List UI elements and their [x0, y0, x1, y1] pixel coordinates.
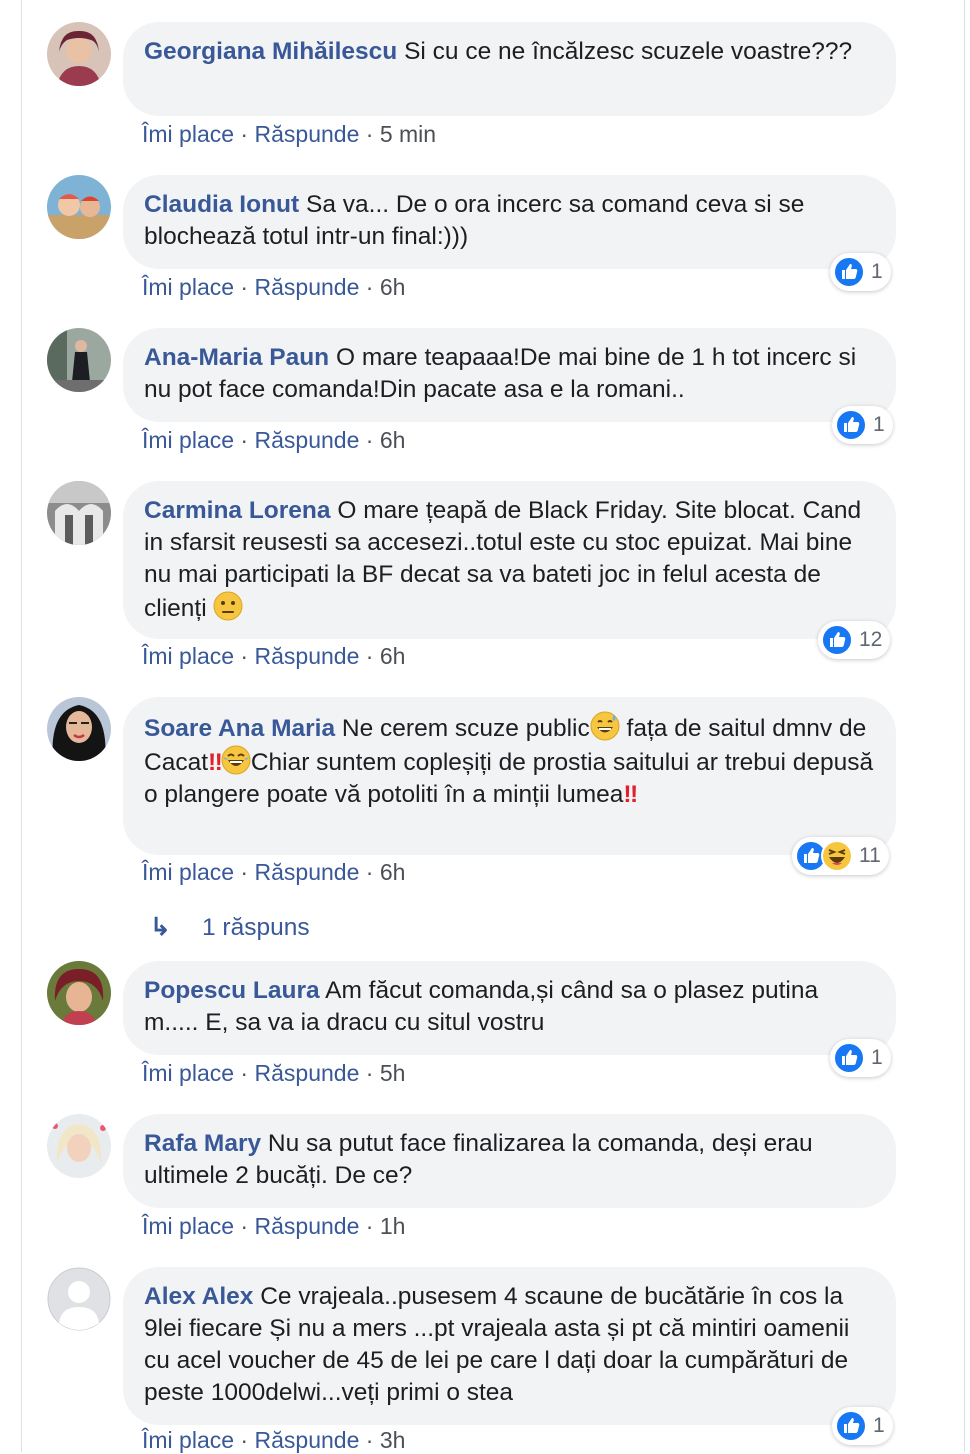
like-reaction-icon	[835, 409, 867, 441]
reply-link[interactable]: Răspunde	[255, 1213, 360, 1239]
reaction-count: 1	[871, 1046, 883, 1069]
neutral-face-emoji-icon	[213, 591, 243, 621]
comment-actions: Îmi place · Răspunde · 6h	[142, 643, 406, 669]
comment-time[interactable]: 3h	[380, 1427, 406, 1453]
comment-author[interactable]: Popescu Laura	[144, 977, 320, 1004]
grinning-sweat-emoji-icon	[590, 711, 620, 741]
comment-text-part: Ne cerem scuze public	[341, 715, 590, 742]
avatar[interactable]	[47, 961, 111, 1025]
reply-link[interactable]: Răspunde	[255, 1060, 360, 1086]
comment-time[interactable]: 1h	[380, 1213, 406, 1239]
like-link[interactable]: Îmi place	[142, 643, 234, 669]
comment-time[interactable]: 6h	[380, 643, 406, 669]
comment-author[interactable]: Georgiana Mihăilescu	[144, 38, 397, 65]
comment-actions: Îmi place · Răspunde · 5 min	[142, 121, 437, 147]
avatar[interactable]	[47, 697, 111, 761]
like-link[interactable]: Îmi place	[142, 1060, 234, 1086]
view-replies-link[interactable]: ↳ 1 răspuns	[150, 912, 310, 942]
avatar[interactable]	[47, 175, 111, 239]
comment-actions: Îmi place · Răspunde · 5h	[142, 1060, 406, 1086]
reaction-count: 11	[859, 844, 881, 867]
haha-reaction-icon	[821, 840, 853, 872]
reaction-summary[interactable]: 11	[792, 837, 889, 875]
comment-author[interactable]: Alex Alex	[144, 1283, 253, 1310]
comment-author[interactable]: Ana-Maria Paun	[144, 344, 329, 371]
comment-time[interactable]: 5h	[380, 1060, 406, 1086]
comment-bubble: Georgiana Mihăilescu Si cu ce ne încălze…	[123, 22, 896, 116]
reply-link[interactable]: Răspunde	[255, 1427, 360, 1453]
replies-label[interactable]: 1 răspuns	[202, 914, 310, 941]
like-link[interactable]: Îmi place	[142, 1213, 234, 1239]
comment-actions: Îmi place · Răspunde · 6h	[142, 859, 406, 885]
reply-arrow-icon: ↳	[150, 914, 171, 941]
avatar[interactable]	[47, 1267, 111, 1331]
reply-link[interactable]: Răspunde	[255, 643, 360, 669]
reply-link[interactable]: Răspunde	[255, 859, 360, 885]
avatar[interactable]	[47, 481, 111, 545]
avatar[interactable]	[47, 22, 111, 86]
reaction-summary[interactable]: 12	[818, 621, 891, 659]
comment-bubble: Claudia Ionut Sa va... De o ora incerc s…	[123, 175, 896, 269]
like-link[interactable]: Îmi place	[142, 274, 234, 300]
comment-time[interactable]: 6h	[380, 859, 406, 885]
like-link[interactable]: Îmi place	[142, 121, 234, 147]
comment-author[interactable]: Carmina Lorena	[144, 497, 331, 524]
avatar[interactable]	[47, 1114, 111, 1178]
reaction-summary[interactable]: 1	[832, 406, 893, 444]
reaction-summary[interactable]: 1	[830, 1039, 891, 1077]
comment-author[interactable]: Rafa Mary	[144, 1130, 261, 1157]
reaction-count: 1	[873, 1414, 885, 1437]
comment-time[interactable]: 6h	[380, 427, 406, 453]
avatar[interactable]	[47, 328, 111, 392]
comment-bubble: Carmina Lorena O mare țeapă de Black Fri…	[123, 481, 896, 639]
comment-actions: Îmi place · Răspunde · 6h	[142, 427, 406, 453]
comment-actions: Îmi place · Răspunde · 1h	[142, 1213, 406, 1239]
tears-of-joy-emoji-icon	[221, 745, 251, 775]
reaction-summary[interactable]: 1	[832, 1407, 893, 1445]
like-link[interactable]: Îmi place	[142, 427, 234, 453]
comment-bubble: Rafa Mary Nu sa putut face finalizarea l…	[123, 1114, 896, 1208]
reaction-count: 1	[873, 413, 885, 436]
comment-time[interactable]: 5 min	[380, 121, 436, 147]
reaction-count: 12	[859, 628, 883, 651]
comment-text-part: Chiar suntem copleșiți de prostia saitul…	[144, 749, 874, 808]
comment-actions: Îmi place · Răspunde · 6h	[142, 274, 406, 300]
like-reaction-icon	[833, 256, 865, 288]
like-reaction-icon	[821, 624, 853, 656]
reaction-summary[interactable]: 1	[830, 253, 891, 291]
comments-panel: Georgiana Mihăilescu Si cu ce ne încălze…	[21, 0, 965, 1453]
reaction-count: 1	[871, 260, 883, 283]
comment-actions: Îmi place · Răspunde · 3h	[142, 1427, 406, 1453]
comment-author[interactable]: Soare Ana Maria	[144, 715, 335, 742]
like-reaction-icon	[833, 1042, 865, 1074]
comment-text: Si cu ce ne încălzesc scuzele voastre???	[404, 38, 853, 65]
comment-bubble: Ana-Maria Paun O mare teapaaa!De mai bin…	[123, 328, 896, 422]
double-exclamation-emoji-icon: ‼	[208, 749, 223, 776]
like-reaction-icon	[835, 1410, 867, 1442]
double-exclamation-emoji-icon: ‼	[623, 781, 638, 808]
comment-bubble: Soare Ana Maria Ne cerem scuze public fa…	[123, 697, 896, 855]
comment-bubble: Popescu Laura Am făcut comanda,și când s…	[123, 961, 896, 1055]
reply-link[interactable]: Răspunde	[255, 121, 360, 147]
like-link[interactable]: Îmi place	[142, 859, 234, 885]
reply-link[interactable]: Răspunde	[255, 274, 360, 300]
comment-time[interactable]: 6h	[380, 274, 406, 300]
comment-author[interactable]: Claudia Ionut	[144, 191, 299, 218]
comment-bubble: Alex Alex Ce vrajeala..pusesem 4 scaune …	[123, 1267, 896, 1425]
like-link[interactable]: Îmi place	[142, 1427, 234, 1453]
reply-link[interactable]: Răspunde	[255, 427, 360, 453]
